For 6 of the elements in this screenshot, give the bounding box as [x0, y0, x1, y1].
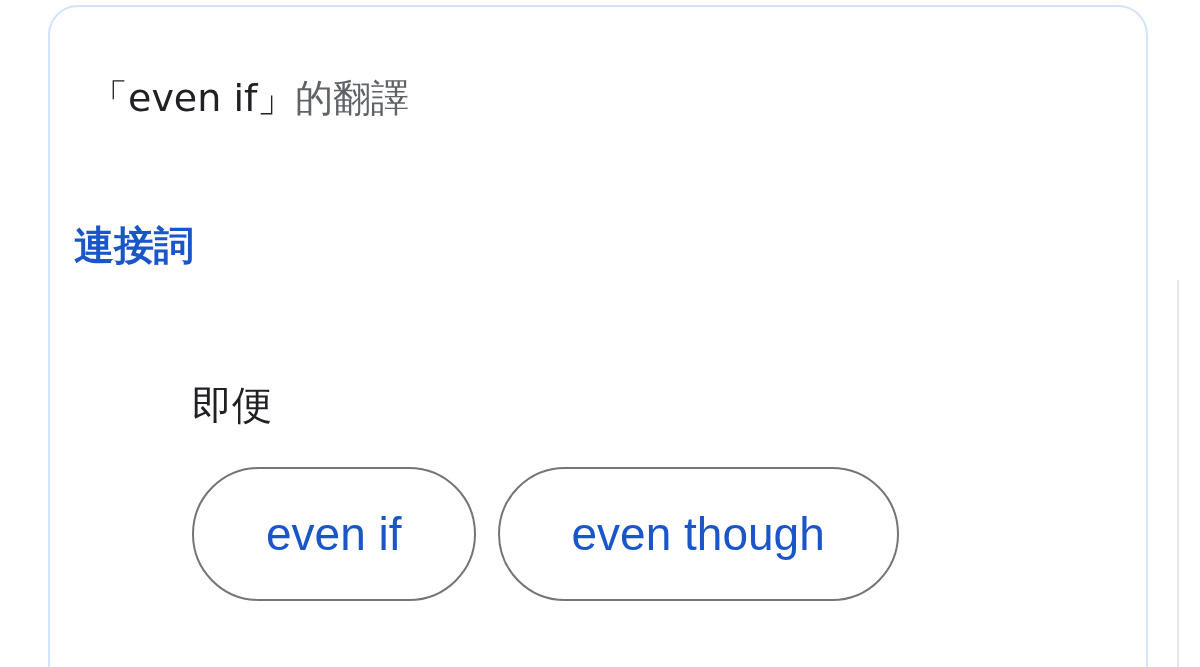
title-suffix: 的翻譯	[295, 76, 410, 120]
synonym-chip[interactable]: even though	[497, 467, 899, 601]
part-of-speech-label: 連接詞	[74, 221, 195, 270]
translation-text: 即便	[192, 381, 273, 430]
title-term: 「even if」	[90, 76, 296, 120]
synonym-chip[interactable]: even if	[192, 467, 476, 601]
